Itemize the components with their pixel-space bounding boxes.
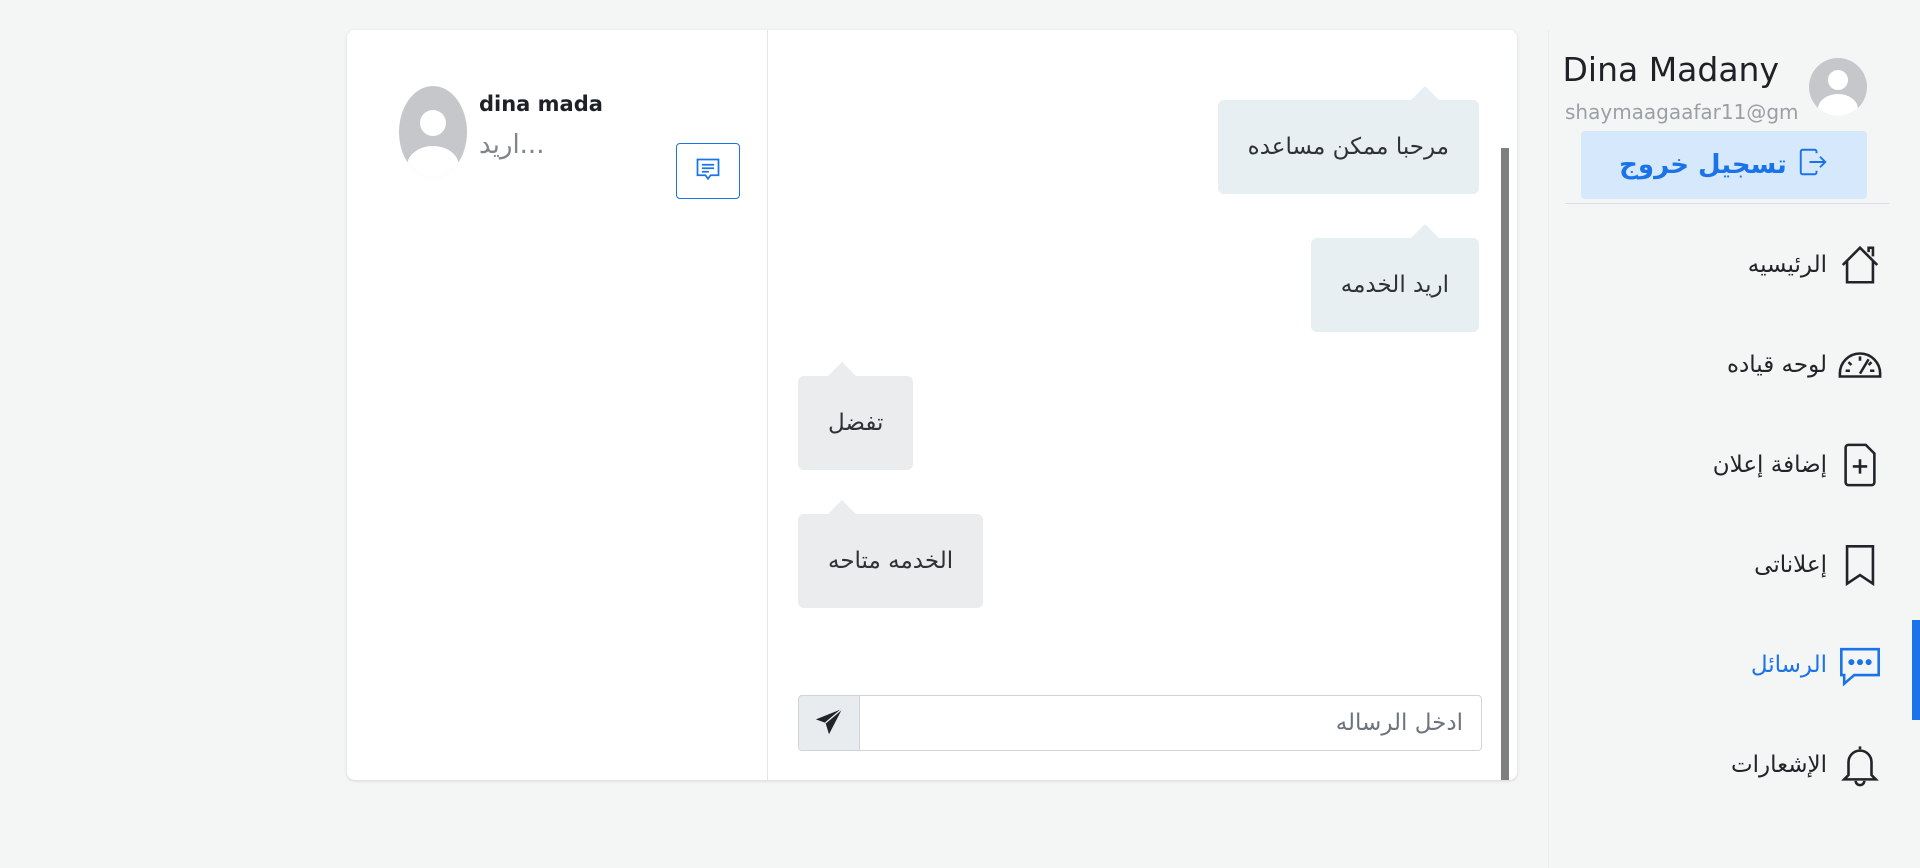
user-email: shaymaagaafar11@gmai [1565, 100, 1797, 124]
sidebar-item-label: الرئيسيه [1747, 252, 1827, 278]
file-plus-icon [1835, 440, 1885, 490]
sidebar-divider [1565, 203, 1889, 204]
bell-icon [1835, 740, 1885, 790]
sidebar-item-notifications[interactable]: الإشعارات [1565, 735, 1885, 795]
sidebar-item-add-ad[interactable]: إضافة إعلان [1565, 435, 1885, 495]
sidebar-item-label: لوحه قياده [1727, 352, 1827, 378]
open-chat-button[interactable] [676, 143, 740, 199]
send-button[interactable] [798, 695, 860, 751]
message-composer [798, 695, 1482, 751]
sidebar-item-label: الرسائل [1750, 652, 1827, 678]
sidebar-item-dashboard[interactable]: لوحه قياده [1565, 335, 1885, 395]
house-icon [1835, 240, 1885, 290]
speedometer-icon [1835, 340, 1885, 390]
active-indicator [1912, 620, 1920, 720]
sidebar-item-messages[interactable]: الرسائل [1565, 635, 1885, 695]
box-arrow-right-icon [1797, 148, 1829, 183]
chat-pane: مرحبا ممكن مساعده اريد الخدمه تفضل الخدم… [767, 30, 1509, 780]
chat-scrollbar[interactable] [1501, 148, 1509, 780]
sidebar-item-label: إضافة إعلان [1712, 452, 1827, 478]
send-icon [815, 707, 843, 739]
chat-dots-icon [1835, 640, 1885, 690]
avatar [399, 86, 467, 178]
user-profile: Dina Madany shaymaagaafar11@gmai تسجيل خ… [1562, 30, 1905, 202]
conversation-item[interactable]: dina mada اريد... [399, 86, 740, 199]
message-bubble: اريد الخدمه [1310, 224, 1479, 332]
sidebar-item-label: إعلاناتى [1754, 552, 1827, 578]
message-bubble: الخدمه متاحه [798, 500, 984, 608]
messages-card: dina mada اريد... مرحبا ممكن مساعده اريد… [347, 30, 1517, 780]
logout-button[interactable]: تسجيل خروج [1581, 131, 1867, 199]
chat-left-text-icon [694, 156, 722, 187]
logout-label: تسجيل خروج [1619, 150, 1787, 180]
conversation-preview: اريد... [479, 130, 545, 160]
message-bubble: مرحبا ممكن مساعده [1217, 86, 1479, 194]
sidebar-item-label: الإشعارات [1730, 752, 1827, 778]
message-input[interactable] [860, 695, 1482, 751]
bookmark-icon [1835, 540, 1885, 590]
user-name: Dina Madany [1562, 50, 1779, 89]
sidebar: Dina Madany shaymaagaafar11@gmai تسجيل خ… [1548, 30, 1920, 868]
message-bubble: تفضل [798, 362, 914, 470]
conversation-name: dina mada [479, 92, 603, 116]
sidebar-item-my-ads[interactable]: إعلاناتى [1565, 535, 1885, 595]
user-avatar [1809, 58, 1867, 116]
sidebar-item-home[interactable]: الرئيسيه [1565, 235, 1885, 295]
